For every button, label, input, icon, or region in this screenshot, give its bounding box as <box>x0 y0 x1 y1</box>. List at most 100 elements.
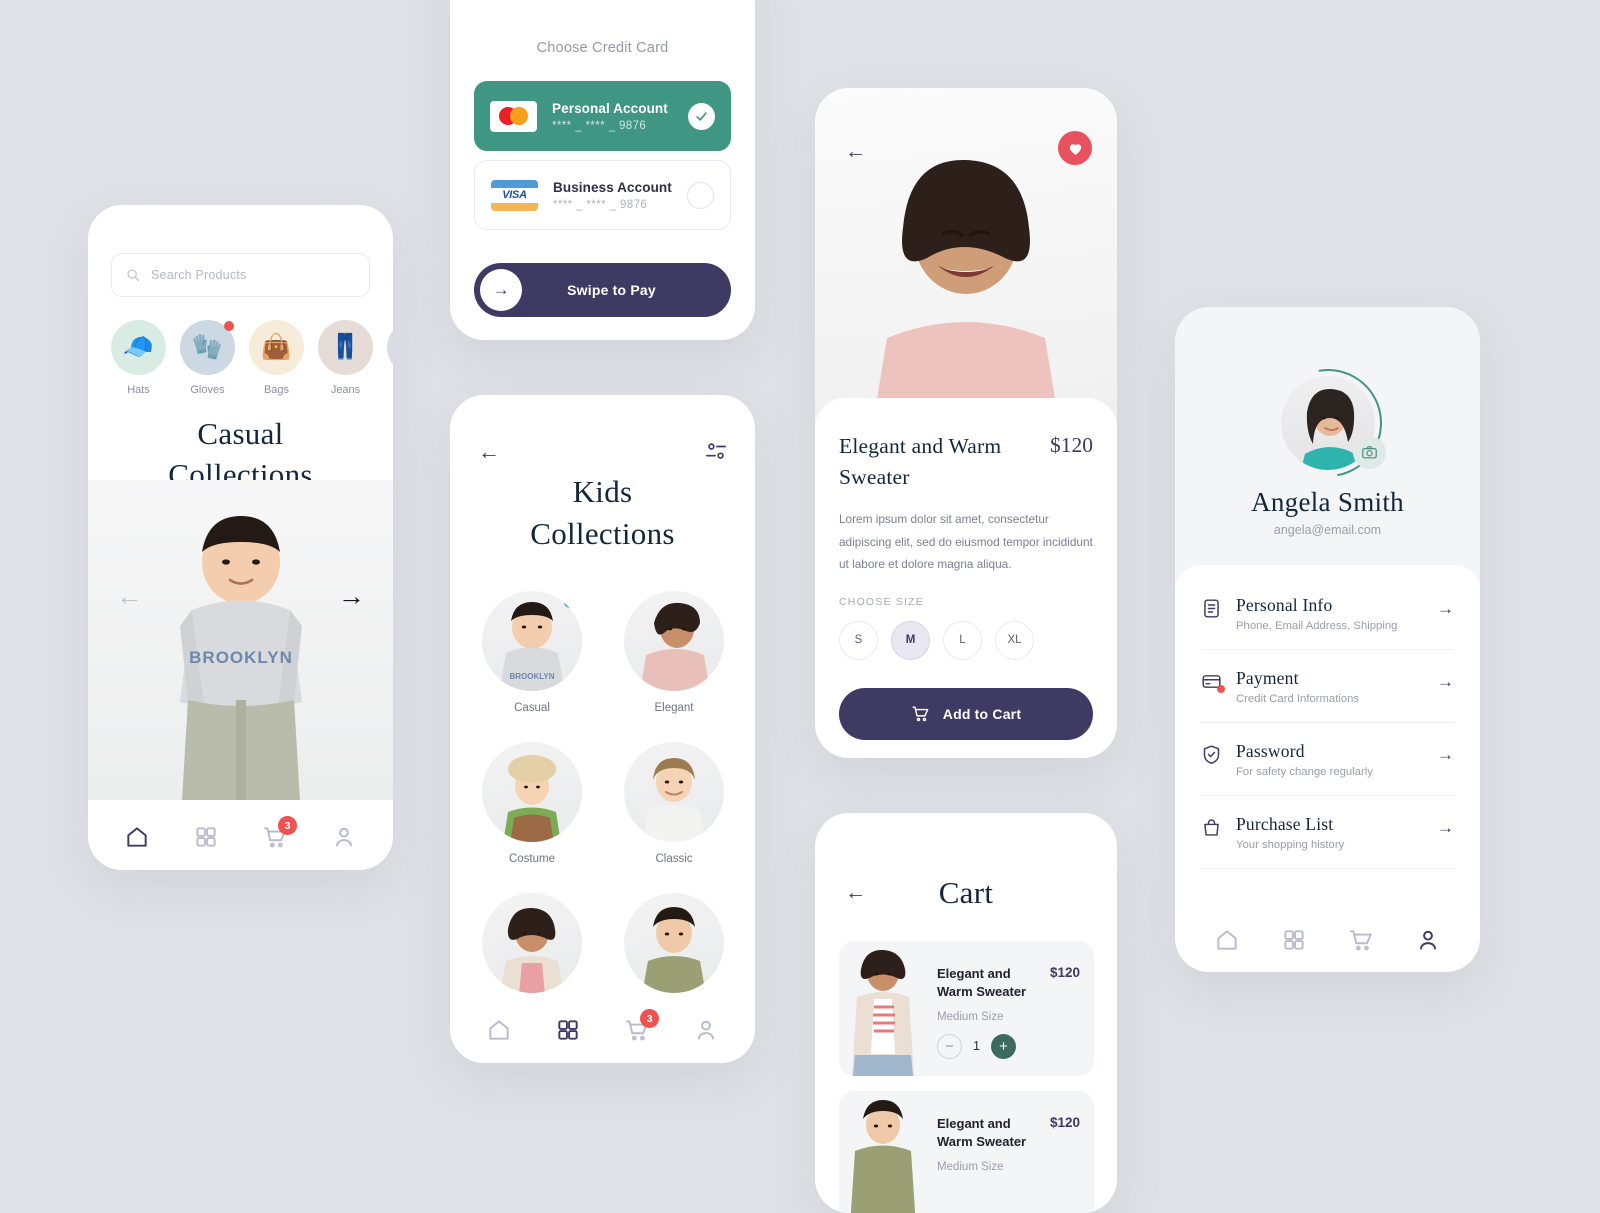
kid-image <box>500 907 564 993</box>
profile-name: Angela Smith <box>1251 487 1404 517</box>
swipe-knob[interactable]: → <box>480 269 522 311</box>
card-radio-unselected[interactable] <box>687 181 714 209</box>
card-radio-selected[interactable] <box>688 102 715 130</box>
category-icon <box>387 320 393 375</box>
category-bags[interactable]: 👜 Bags <box>249 320 304 396</box>
hero-product-image: BROOKLYN <box>179 516 302 800</box>
collection-thumbnail <box>482 742 582 842</box>
kid-image <box>642 907 706 993</box>
card-name: Business Account <box>553 179 672 195</box>
nav-cart-button[interactable]: 3 <box>262 816 298 850</box>
chevron-right-icon: → <box>1437 599 1454 618</box>
heart-icon <box>1069 143 1081 155</box>
profile-icon <box>1420 930 1437 950</box>
avatar[interactable] <box>1252 347 1403 499</box>
nav-home-button[interactable] <box>486 1017 512 1043</box>
profile-menu: Personal Info Phone, Email Address, Ship… <box>1175 565 1480 972</box>
category-next-partial[interactable] <box>387 320 393 396</box>
product-name: Elegant and Warm Sweater <box>839 434 1002 489</box>
menu-item-personal-info[interactable]: Personal Info Phone, Email Address, Ship… <box>1201 577 1454 650</box>
cart-item-price: $120 <box>1049 1115 1080 1130</box>
back-button[interactable]: ← <box>845 140 866 164</box>
cart-item-details: Elegant and Warm Sweater $120 Medium Siz… <box>937 965 1080 1059</box>
swipe-to-pay-button[interactable]: → Swipe to Pay <box>474 263 731 317</box>
home-icon <box>1216 930 1237 950</box>
grid-icon <box>1284 930 1304 950</box>
filter-button[interactable] <box>705 441 727 461</box>
category-label: Hats <box>127 384 150 396</box>
nav-home-button[interactable] <box>1214 927 1240 953</box>
collection-thumbnail <box>624 893 724 993</box>
hat-icon: 🧢 <box>111 320 166 375</box>
menu-item-purchase-list[interactable]: Purchase List Your shopping history → <box>1201 796 1454 869</box>
carousel-prev-button[interactable]: ← <box>116 583 143 610</box>
cart-item[interactable]: Elegant and Warm Sweater $120 Medium Siz… <box>839 1091 1094 1213</box>
cart-item-image <box>839 1093 927 1213</box>
category-hats[interactable]: 🧢 Hats <box>111 320 166 396</box>
product-thumbnail <box>850 1100 916 1213</box>
cart-icon <box>912 706 929 722</box>
search-input[interactable]: Search Products <box>111 253 370 297</box>
bag-icon <box>1201 817 1222 838</box>
nav-grid-button[interactable] <box>193 824 219 850</box>
card-icon <box>1201 671 1225 693</box>
decrease-quantity-button[interactable]: − <box>937 1033 962 1059</box>
nav-cart-button[interactable] <box>1348 927 1374 953</box>
collection-thumbnail <box>482 893 582 993</box>
filter-icon <box>706 443 726 459</box>
collection-item-casual[interactable]: BROOKLYN Casual <box>480 591 584 714</box>
nav-profile-button[interactable] <box>331 824 357 850</box>
grid-icon <box>558 1020 578 1040</box>
card-option-business[interactable]: VISA Business Account **** _ **** _ 9876 <box>474 160 731 230</box>
product-detail-screen: ← Elegant and Warm Sweater $120 Lorem ip… <box>815 88 1117 758</box>
menu-item-payment[interactable]: Payment Credit Card Informations → <box>1201 650 1454 723</box>
increase-quantity-button[interactable]: + <box>990 1033 1016 1059</box>
collection-item-costume[interactable]: Costume <box>480 742 584 865</box>
category-label: Bags <box>263 384 290 396</box>
menu-subtitle: Credit Card Informations <box>1236 693 1360 705</box>
cart-item[interactable]: Elegant and Warm Sweater $120 Medium Siz… <box>839 941 1094 1076</box>
cart-badge: 3 <box>640 1009 660 1028</box>
size-option-m[interactable]: M <box>891 620 930 660</box>
document-icon <box>1201 598 1222 619</box>
carousel-next-button[interactable]: → <box>338 583 365 610</box>
category-jeans[interactable]: 👖 Jeans <box>318 320 373 396</box>
profile-email: angela@email.com <box>1273 523 1382 537</box>
size-option-l[interactable]: L <box>943 620 982 660</box>
favorite-button[interactable] <box>1058 131 1092 165</box>
collection-label: Casual <box>514 702 550 714</box>
menu-item-password[interactable]: Password For safety change regularly → <box>1201 723 1454 796</box>
collection-label: Elegant <box>654 702 694 714</box>
nav-grid-button[interactable] <box>1281 927 1307 953</box>
collection-item-5[interactable] <box>480 893 584 1004</box>
collection-item-classic[interactable]: Classic <box>622 742 726 865</box>
nav-home-button[interactable] <box>124 824 150 850</box>
gloves-icon: 🧤 <box>180 320 235 375</box>
cart-screen: ← Cart Elegant and Warm Sweater $120 Med… <box>815 813 1117 1213</box>
nav-grid-button[interactable] <box>555 1017 581 1043</box>
cart-item-name: Elegant and Warm Sweater <box>937 966 1027 1000</box>
cart-icon <box>1350 930 1372 951</box>
cart-item-price: $120 <box>1049 965 1080 980</box>
add-to-cart-button[interactable]: Add to Cart <box>839 687 1093 740</box>
collection-item-elegant[interactable]: Elegant <box>622 591 726 714</box>
category-label: Jeans <box>330 384 361 396</box>
payment-screen: Choose Credit Card Personal Account ****… <box>450 0 755 340</box>
profile-screen: Angela Smith angela@email.com Personal I… <box>1175 307 1480 972</box>
collection-item-6[interactable] <box>622 893 726 1004</box>
shield-icon <box>1201 744 1222 765</box>
change-photo-button[interactable] <box>1352 436 1386 469</box>
product-info-sheet: Elegant and Warm Sweater $120 Lorem ipsu… <box>815 398 1117 758</box>
product-price: $120 <box>1050 433 1093 457</box>
category-gloves[interactable]: 🧤 Gloves <box>180 320 235 396</box>
size-option-xl[interactable]: XL <box>995 620 1034 660</box>
nav-profile-button[interactable] <box>1415 927 1441 953</box>
chevron-right-icon: → <box>1437 672 1454 691</box>
size-option-s[interactable]: S <box>839 620 878 660</box>
nav-cart-button[interactable]: 3 <box>624 1009 660 1043</box>
add-to-cart-label: Add to Cart <box>942 705 1022 722</box>
card-option-personal[interactable]: Personal Account **** _ **** _ 9876 <box>474 81 731 151</box>
cart-item-name: Elegant and Warm Sweater <box>937 1116 1027 1150</box>
nav-profile-button[interactable] <box>693 1017 719 1043</box>
back-button[interactable]: ← <box>478 439 500 465</box>
